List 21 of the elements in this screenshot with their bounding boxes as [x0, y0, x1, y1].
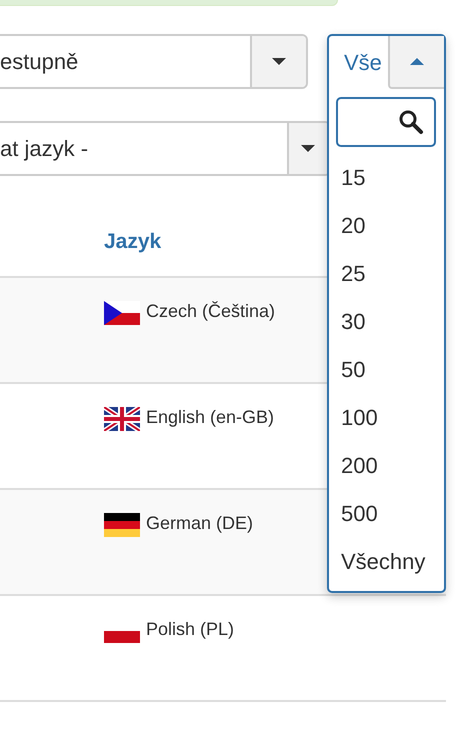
dropdown-option[interactable]: 100: [329, 399, 444, 447]
limit-select-value[interactable]: Vše: [329, 36, 388, 89]
ordering-select[interactable]: estupně: [0, 34, 308, 89]
dropdown-option[interactable]: 15: [329, 159, 444, 207]
caret-icon: [272, 58, 286, 65]
search-icon: [398, 109, 424, 135]
language-name: English (en-GB): [146, 406, 274, 429]
dropdown-option[interactable]: 25: [329, 255, 444, 303]
dropdown-option[interactable]: Všechny: [329, 543, 444, 591]
dropdown-option[interactable]: 20: [329, 207, 444, 255]
dropdown-option[interactable]: 500: [329, 495, 444, 543]
dropdown-option[interactable]: 30: [329, 303, 444, 351]
language-name: German (DE): [146, 512, 254, 535]
caret-icon: [301, 145, 315, 152]
column-header[interactable]: Jazyk: [104, 230, 162, 253]
dropdown-option[interactable]: 50: [329, 351, 444, 399]
language-name: Czech (Čeština): [146, 300, 276, 323]
search-field[interactable]: [336, 97, 436, 147]
language-name: Polish (PL): [146, 618, 234, 641]
dropdown-toggle[interactable]: [388, 36, 444, 89]
dropdown-option[interactable]: 200: [329, 447, 444, 495]
